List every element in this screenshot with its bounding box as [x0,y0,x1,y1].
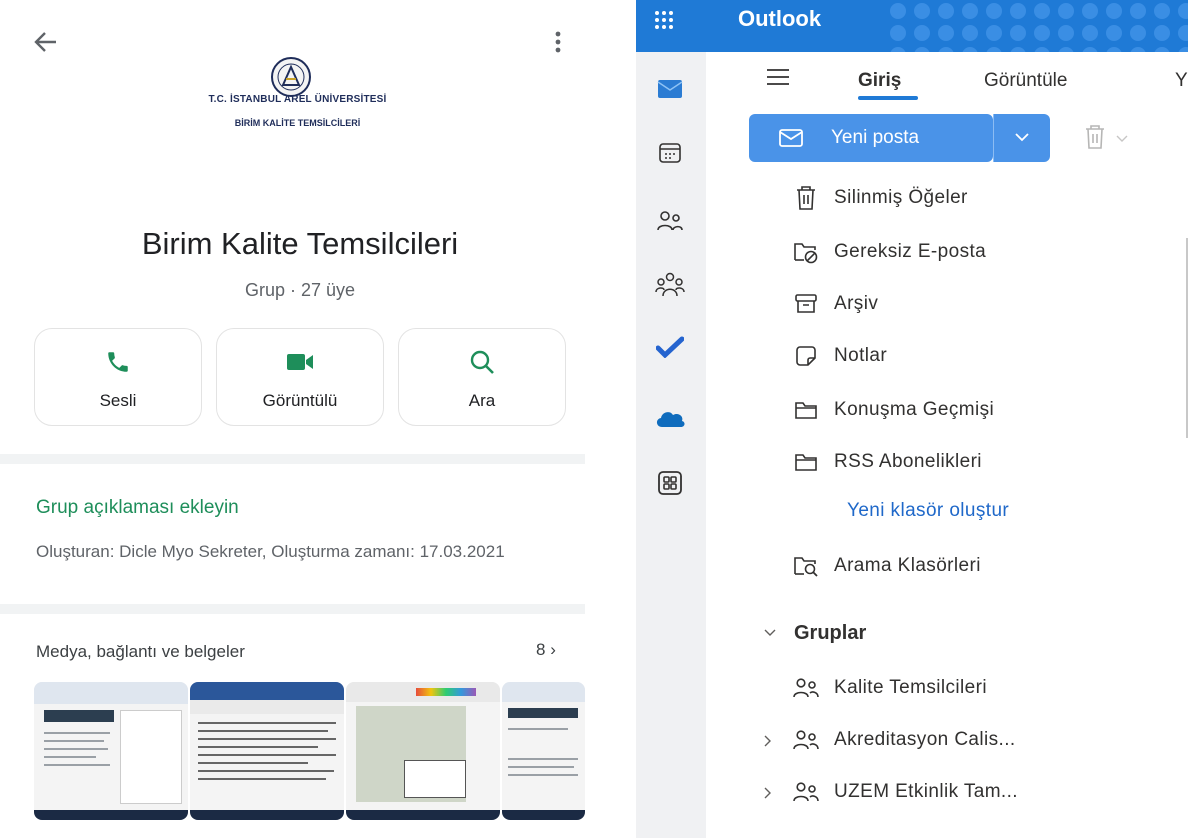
media-thumbnail[interactable] [190,682,344,820]
folder-deleted-items[interactable]: Silinmiş Öğeler [792,178,968,218]
folder-icon [792,396,820,424]
chevron-right-icon[interactable] [764,786,772,802]
trash-icon [792,184,820,212]
search-button[interactable]: Ara [398,328,566,426]
more-vert-icon[interactable] [546,24,570,60]
chevron-down-icon [1014,129,1030,147]
chevron-down-icon[interactable] [764,624,776,640]
arrow-left-icon[interactable] [28,24,64,60]
delete-toolbar-icon[interactable] [1084,124,1106,155]
add-description-link[interactable]: Grup açıklaması ekleyin [36,497,239,519]
section-divider [0,454,585,464]
folder-label: Silinmiş Öğeler [834,187,968,208]
group-icon [792,726,820,754]
chevron-right-icon: › [550,640,556,659]
university-name: T.C. İSTANBUL AREL ÜNİVERSİTESİ [208,94,387,105]
new-mail-button[interactable]: Yeni posta [749,114,994,162]
group-icon [792,674,820,702]
phone-icon [35,347,201,377]
search-label: Ara [468,391,496,410]
app-title: Outlook [738,6,822,31]
university-logo [270,56,312,98]
tab-home[interactable]: Giriş [858,70,901,92]
media-section-title[interactable]: Medya, bağlantı ve belgeler [36,642,245,662]
media-thumbnail[interactable] [34,682,188,820]
group-icon [792,778,820,806]
group-label: Kalite Temsilcileri [834,677,987,698]
group-member-count: Grup · 27 üye [244,280,356,300]
media-thumbnail[interactable] [502,682,585,820]
folder-label: RSS Abonelikleri [834,451,982,472]
folder-conversation-history[interactable]: Konuşma Geçmişi [792,390,994,430]
voice-call-label: Sesli [99,391,137,410]
junk-folder-icon [792,238,820,266]
todo-icon[interactable] [651,328,689,366]
video-call-button[interactable]: Görüntülü [216,328,384,426]
group-label: UZEM Etkinlik Tam... [834,781,1018,802]
media-count-value: 8 [536,640,546,659]
video-call-label: Görüntülü [262,391,338,410]
folder-label: Arama Klasörleri [834,555,981,576]
header-pattern [886,0,1188,52]
search-icon [399,347,565,377]
envelope-icon [779,128,803,153]
folder-search-folders[interactable]: Arama Klasörleri [792,546,981,586]
archive-icon [792,290,820,318]
apps-icon[interactable] [651,464,689,502]
group-item[interactable]: Akreditasyon Calis... [792,720,1016,760]
group-info-panel: T.C. İSTANBUL AREL ÜNİVERSİTESİ BİRİM KA… [0,0,585,838]
media-thumbnail[interactable] [346,682,500,820]
onedrive-icon[interactable] [651,400,689,438]
new-mail-dropdown[interactable] [994,114,1050,162]
app-launcher-icon[interactable] [654,10,674,30]
folder-label: Arşiv [834,293,879,314]
folder-notes[interactable]: Notlar [792,336,887,376]
mail-icon[interactable] [651,70,689,108]
group-item[interactable]: UZEM Etkinlik Tam... [792,772,1018,812]
note-icon [792,342,820,370]
folder-label: Notlar [834,345,888,366]
university-unit: BİRİM KALİTE TEMSİLCİLERİ [234,118,361,128]
group-item[interactable]: Kalite Temsilcileri [792,668,987,708]
app-rail [636,52,706,838]
group-name: Birim Kalite Temsilcileri [141,226,459,261]
group-label: Akreditasyon Calis... [834,729,1016,750]
search-folder-icon [792,552,820,580]
calendar-icon[interactable] [651,134,689,172]
folder-junk[interactable]: Gereksiz E-posta [792,232,986,272]
media-count[interactable]: 8 › [536,640,556,660]
people-icon[interactable] [651,202,689,240]
created-info: Oluşturan: Dicle Myo Sekreter, Oluşturma… [36,542,505,561]
folder-label: Konuşma Geçmişi [834,399,995,420]
folder-icon [792,448,820,476]
groups-header[interactable]: Gruplar [794,622,866,645]
outlook-window: Outlook Giriş Görüntüle Y Yeni posta Sil… [636,0,1188,838]
tab-view[interactable]: Görüntüle [984,70,1067,92]
active-tab-indicator [858,96,918,100]
chevron-down-icon[interactable] [1116,130,1128,148]
new-mail-label: Yeni posta [831,127,920,148]
folder-label: Gereksiz E-posta [834,241,987,262]
groups-icon[interactable] [651,266,689,304]
chevron-right-icon[interactable] [764,734,772,750]
folder-archive[interactable]: Arşiv [792,284,878,324]
video-icon [217,347,383,377]
section-divider [0,604,585,614]
folder-rss[interactable]: RSS Abonelikleri [792,442,982,482]
voice-call-button[interactable]: Sesli [34,328,202,426]
hamburger-icon[interactable] [766,68,790,91]
create-folder-link[interactable]: Yeni klasör oluştur [847,500,1009,522]
app-header: Outlook [636,0,1188,52]
tab-more[interactable]: Y [1175,70,1188,92]
